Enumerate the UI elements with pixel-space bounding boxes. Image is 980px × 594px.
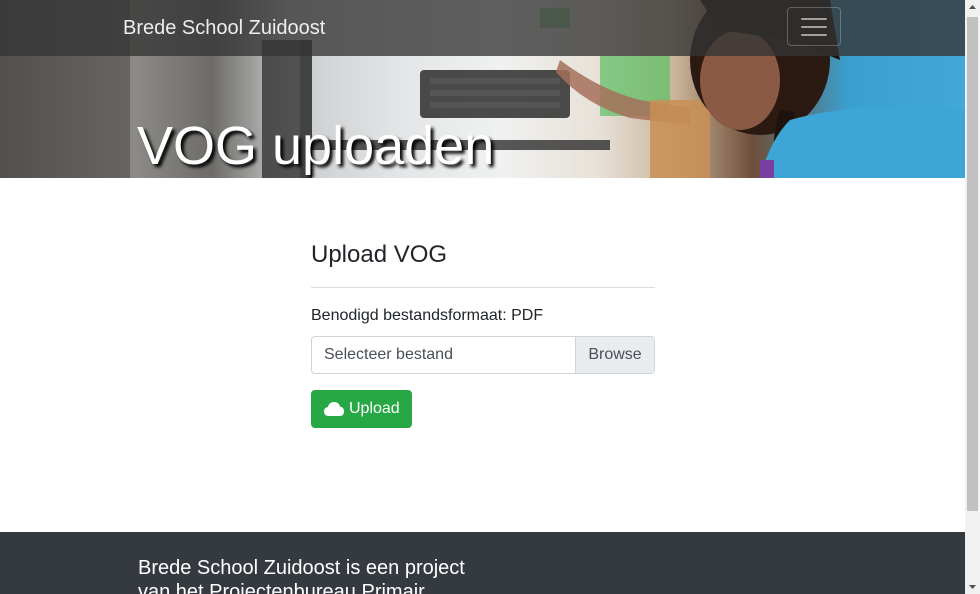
cloud-icon bbox=[324, 402, 344, 416]
divider bbox=[311, 287, 655, 288]
footer: Brede School Zuidoost is een project van… bbox=[0, 532, 965, 594]
upload-button[interactable]: Upload bbox=[311, 390, 412, 428]
file-input-placeholder: Selecteer bestand bbox=[324, 346, 453, 363]
file-select-input[interactable]: Selecteer bestand Browse bbox=[311, 336, 655, 374]
vertical-scrollbar[interactable] bbox=[965, 0, 980, 594]
scroll-up-arrow-icon[interactable] bbox=[965, 0, 980, 15]
hamburger-menu-icon bbox=[801, 18, 827, 36]
browser-viewport: VOG uploaden Brede School Zuidoost Uploa… bbox=[0, 0, 980, 594]
footer-text: Brede School Zuidoost is een project van… bbox=[138, 557, 465, 594]
format-requirement-label: Benodigd bestandsformaat: PDF bbox=[311, 307, 544, 324]
navbar-toggle-button[interactable] bbox=[787, 7, 841, 46]
scrollbar-thumb[interactable] bbox=[967, 17, 978, 511]
scroll-down-arrow-icon[interactable] bbox=[965, 579, 980, 594]
brand-link[interactable]: Brede School Zuidoost bbox=[123, 16, 325, 40]
top-navbar: Brede School Zuidoost bbox=[0, 0, 965, 56]
page: VOG uploaden Brede School Zuidoost Uploa… bbox=[0, 0, 965, 594]
page-title: VOG uploaden bbox=[137, 116, 495, 176]
upload-button-label: Upload bbox=[349, 400, 400, 417]
upload-heading: Upload VOG bbox=[311, 241, 448, 268]
browse-button[interactable]: Browse bbox=[575, 337, 654, 373]
